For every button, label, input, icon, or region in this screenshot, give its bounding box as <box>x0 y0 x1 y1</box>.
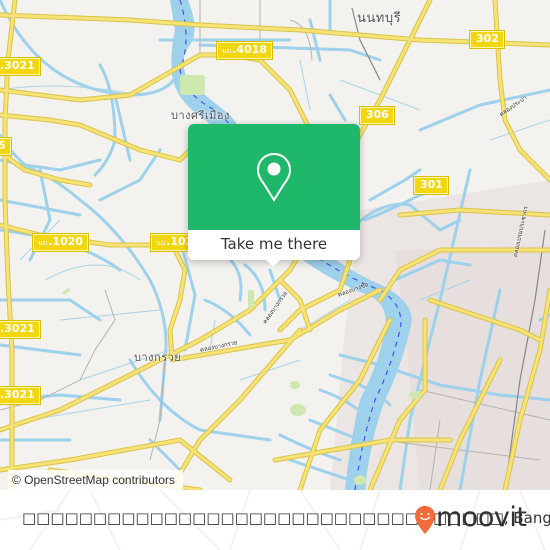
route-shield: .3021 <box>0 57 41 76</box>
route-shield: 5 <box>0 137 12 156</box>
map-attribution[interactable]: © OpenStreetMap contributors <box>8 470 183 490</box>
route-shield: .3021 <box>0 386 41 405</box>
moovit-pin-icon <box>415 506 435 534</box>
moovit-wordmark: moovit <box>436 502 527 533</box>
map-pin-icon <box>256 152 292 202</box>
route-shield: .3021 <box>0 320 41 339</box>
footer-bar: □□□□□□□□□□□□□□□□□□□□□□□□□□□□□□□□□□, Bang… <box>0 490 550 550</box>
popup-pointer <box>265 259 281 267</box>
popup-header <box>188 124 360 230</box>
place-label-nonthaburi: นนทบุรี <box>357 11 402 26</box>
route-shield: 306 <box>359 106 395 125</box>
take-me-there-button[interactable]: Take me there <box>188 230 360 260</box>
place-label-bang-kruai: บางกรวย <box>134 351 182 364</box>
location-popup[interactable]: Take me there <box>188 124 360 267</box>
urban-area <box>395 245 550 490</box>
route-shield: 302 <box>469 30 505 49</box>
place-label-bang-si-mueang: บางศรีเมือง <box>171 109 230 122</box>
route-shield: 301 <box>413 176 449 195</box>
route-shield: นบ.1020 <box>31 233 90 252</box>
route-shield: นบ.4018 <box>215 41 274 60</box>
